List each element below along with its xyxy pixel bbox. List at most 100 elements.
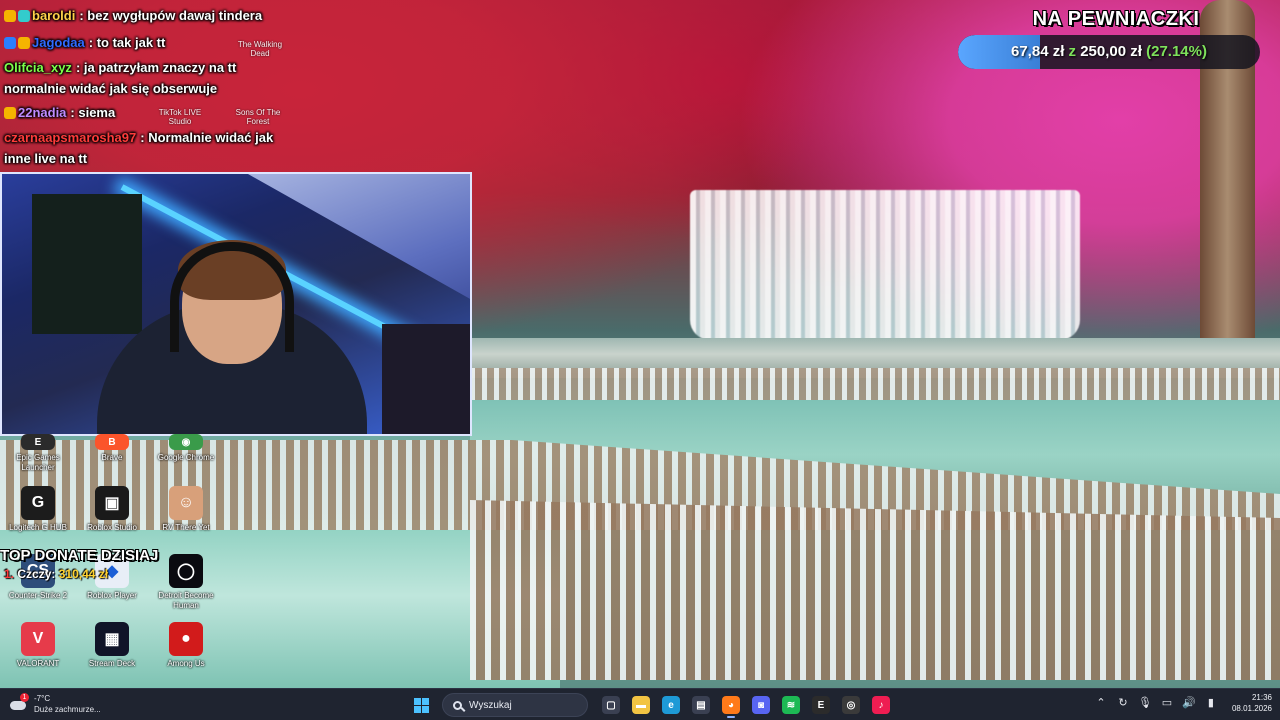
- top-donate-entry: 1. Czczy: 310,44 zł: [0, 567, 158, 581]
- search-input[interactable]: [469, 699, 579, 711]
- among-us-icon: ●: [169, 622, 203, 656]
- obs-icon: ◎: [842, 696, 860, 714]
- desktop-icon-label: Roblox Studio: [87, 523, 137, 532]
- ms-store-icon: ▤: [692, 696, 710, 714]
- chat-text: : Normalnie widać jak: [140, 130, 274, 145]
- taskbar-app-epic-games-taskbar[interactable]: E: [808, 692, 834, 718]
- desktop-icon-logitech[interactable]: G Logitech G HUB: [0, 486, 76, 533]
- discord-icon: ◙: [752, 696, 770, 714]
- cloud-icon: [10, 693, 29, 712]
- taskbar-apps: ▢ ▬ e ▤ ◕ ◙ ≋ E ◎ ♪: [408, 692, 894, 718]
- desktop-icon-brave[interactable]: B Brave: [74, 434, 150, 463]
- taskbar-search[interactable]: [442, 693, 588, 717]
- stream-chat-overlay: baroldi: bez wygłupów dawaj tindera Jago…: [0, 0, 470, 172]
- weather-desc: Duże zachmurze...: [34, 705, 101, 714]
- chat-username: Olifcia_xyz: [4, 60, 72, 75]
- desktop-icon-label: Among Us: [167, 659, 205, 668]
- mod-badge-icon: [18, 10, 30, 22]
- taskbar-app-task-view[interactable]: ▢: [598, 692, 624, 718]
- desktop-icon-chrome[interactable]: ◉ Google Chrome: [148, 434, 224, 463]
- taskbar-app-discord[interactable]: ◙: [748, 692, 774, 718]
- chat-username: Jagodaa: [32, 35, 85, 50]
- desktop-icon-label: Epic Games Launcher: [16, 453, 60, 472]
- taskbar-app-obs[interactable]: ◎: [838, 692, 864, 718]
- top-donate-amount: 310,44 zł: [58, 567, 109, 581]
- weather-temp: -7°C: [34, 694, 51, 703]
- clock[interactable]: 21:36 08.01.2026: [1232, 692, 1272, 714]
- logitech-icon: G: [21, 486, 55, 520]
- epic-games-icon: E: [21, 434, 55, 450]
- desktop-icon-label: Counter-Strike 2: [8, 591, 68, 600]
- battery-icon[interactable]: ▮: [1204, 696, 1218, 710]
- taskbar-app-ms-store[interactable]: ▤: [688, 692, 714, 718]
- chat-message: Olifcia_xyz: ja patrzyłam znaczy na tt: [4, 60, 236, 75]
- clock-date: 08.01.2026: [1231, 704, 1272, 713]
- sub-badge-icon: [4, 10, 16, 22]
- goal-percent: (27.14%): [1146, 43, 1207, 60]
- windows-icon: [413, 697, 429, 713]
- desktop-icon-among-us[interactable]: ● Among Us: [148, 622, 224, 669]
- chat-text: : bez wygłupów dawaj tindera: [79, 8, 263, 23]
- top-donate-rank: 1.: [4, 567, 15, 581]
- webcam-feed: [0, 172, 472, 436]
- start-button[interactable]: [408, 692, 434, 718]
- webcam-desk: [382, 324, 470, 434]
- goal-progress-bar: 67,84 zł z 250,00 zł (27.14%): [958, 35, 1260, 69]
- firefox-icon: ◕: [722, 696, 740, 714]
- desktop-icon-label: Stream Deck: [88, 659, 136, 668]
- desktop-icon-label: Brave: [101, 453, 123, 462]
- brave-icon: B: [95, 434, 129, 450]
- webcam-shelf: [32, 194, 142, 334]
- desktop-icon-label: Logitech G HUB: [9, 523, 67, 532]
- chrome-icon: ◉: [169, 434, 203, 450]
- taskbar-app-file-explorer[interactable]: ▬: [628, 692, 654, 718]
- desktop-icon-valorant[interactable]: V VALORANT: [0, 622, 76, 669]
- chat-message: 22nadia: siema: [4, 105, 115, 120]
- headset-icon: [170, 242, 294, 352]
- desktop-icon-roblox-studio[interactable]: ▣ Roblox Studio: [74, 486, 150, 533]
- goal-title: NA PEWNIACZKI: [1032, 8, 1200, 30]
- chat-username: 22nadia: [18, 105, 67, 120]
- taskbar-app-firefox[interactable]: ◕: [718, 692, 744, 718]
- detroit-icon: ◯: [169, 554, 203, 588]
- task-view-icon: ▢: [602, 696, 620, 714]
- epic-games-taskbar-icon: E: [812, 696, 830, 714]
- desktop-icon-detroit[interactable]: ◯ Detroit Become Human: [148, 554, 224, 611]
- system-tray: ⌃ ↻ 🎙 ▭ 🔊 ▮ 21:36 08.01.2026: [1094, 692, 1272, 714]
- desktop-icon-stream-deck[interactable]: ▦ Stream Deck: [74, 622, 150, 669]
- desktop-icon-label: RV There Yet: [162, 523, 210, 532]
- goal-separator: z: [1068, 43, 1077, 60]
- desktop-icon-epic-games[interactable]: E Epic Games Launcher: [0, 434, 76, 473]
- goal-progress-text: 67,84 zł z 250,00 zł (27.14%): [958, 35, 1260, 69]
- taskbar-app-edge[interactable]: e: [658, 692, 684, 718]
- sync-icon[interactable]: ↻: [1116, 696, 1130, 710]
- network-icon[interactable]: ▭: [1160, 696, 1174, 710]
- wallpaper-waterfall: [690, 190, 1080, 340]
- top-donate-name: Czczy:: [17, 567, 56, 581]
- wallpaper-terrace: [470, 500, 1280, 680]
- chat-message: inne live na tt: [4, 151, 87, 166]
- chat-message: normalnie widać jak się obserwuje: [4, 81, 217, 96]
- taskbar-app-spotify[interactable]: ≋: [778, 692, 804, 718]
- rv-there-yet-icon: ☺: [169, 486, 203, 520]
- volume-icon[interactable]: 🔊: [1182, 696, 1196, 710]
- chevron-up-icon[interactable]: ⌃: [1094, 696, 1108, 710]
- weather-widget[interactable]: -7°C Duże zachmurze...: [10, 693, 101, 715]
- taskbar-app-tiktok[interactable]: ♪: [868, 692, 894, 718]
- donation-goal-widget: NA PEWNIACZKI 67,84 zł z 250,00 zł (27.1…: [958, 8, 1260, 69]
- desktop-icon-label: Google Chrome: [157, 453, 215, 462]
- chat-text: normalnie widać jak się obserwuje: [4, 81, 218, 96]
- desktop-icon-label: Roblox Player: [87, 591, 137, 600]
- desktop-icon-label: Detroit Become Human: [158, 591, 214, 610]
- goal-current: 67,84 zł: [1011, 43, 1065, 60]
- weather-text: -7°C Duże zachmurze...: [34, 693, 101, 715]
- top-donate-title: TOP DONATE DZISIAJ: [0, 547, 159, 564]
- chat-message: Jagodaa: to tak jak tt: [4, 35, 165, 50]
- desktop-icon-rv-there-yet[interactable]: ☺ RV There Yet: [148, 486, 224, 533]
- gift-badge-icon: [18, 37, 30, 49]
- top-donate-widget: TOP DONATE DZISIAJ 1. Czczy: 310,44 zł: [0, 547, 158, 581]
- valorant-icon: V: [21, 622, 55, 656]
- file-explorer-icon: ▬: [632, 696, 650, 714]
- chat-text: : ja patrzyłam znaczy na tt: [75, 60, 237, 75]
- microphone-icon[interactable]: 🎙: [1138, 696, 1152, 710]
